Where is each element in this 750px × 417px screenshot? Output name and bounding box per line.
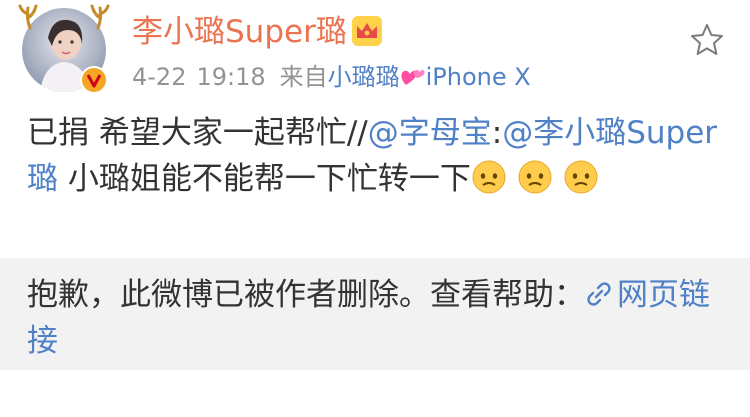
mention-link[interactable]: @字母宝 [368,115,492,151]
username[interactable]: 李小璐Super璐 [132,12,347,52]
source-from-label: 来自 [279,63,328,91]
favorite-star-icon[interactable] [689,22,725,58]
post-date: 4-22 [132,63,187,91]
mention-separator: : [491,115,503,151]
verified-badge-icon [80,66,108,94]
source-name-link[interactable]: 小璐璐 [328,63,400,91]
post-body: 已捐 希望大家一起帮忙//@字母宝:@李小璐Super璐 小璐姐能不能帮一下忙转… [27,110,727,202]
worried-face-emoji [564,160,598,194]
two-hearts-emoji [401,69,425,85]
repost-card[interactable]: 抱歉，此微博已被作者删除。查看帮助： 网页链接 [0,258,750,370]
deleted-notice: 抱歉，此微博已被作者删除。查看帮助： 网页链接 [27,272,717,364]
post-text-request: 小璐姐能不能帮一下忙转一下 [58,161,471,197]
crown-icon[interactable] [350,14,384,48]
worried-face-emoji [518,160,552,194]
post-text-intro: 已捐 希望大家一起帮忙// [27,115,368,151]
post-meta: 4-22 19:18 来自小璐璐 iPhone X [132,62,531,92]
post-header: 李小璐Super璐 4-22 19:18 来自小璐璐 iPhone X [0,0,750,108]
link-icon [587,282,611,306]
post-time: 19:18 [196,63,266,91]
user-avatar[interactable] [18,4,110,94]
worried-face-emoji [472,160,506,194]
deleted-message: 抱歉，此微博已被作者删除。查看帮助： [27,277,585,313]
source-device-link[interactable]: iPhone X [426,63,531,91]
antlers-decoration-icon [18,4,110,30]
